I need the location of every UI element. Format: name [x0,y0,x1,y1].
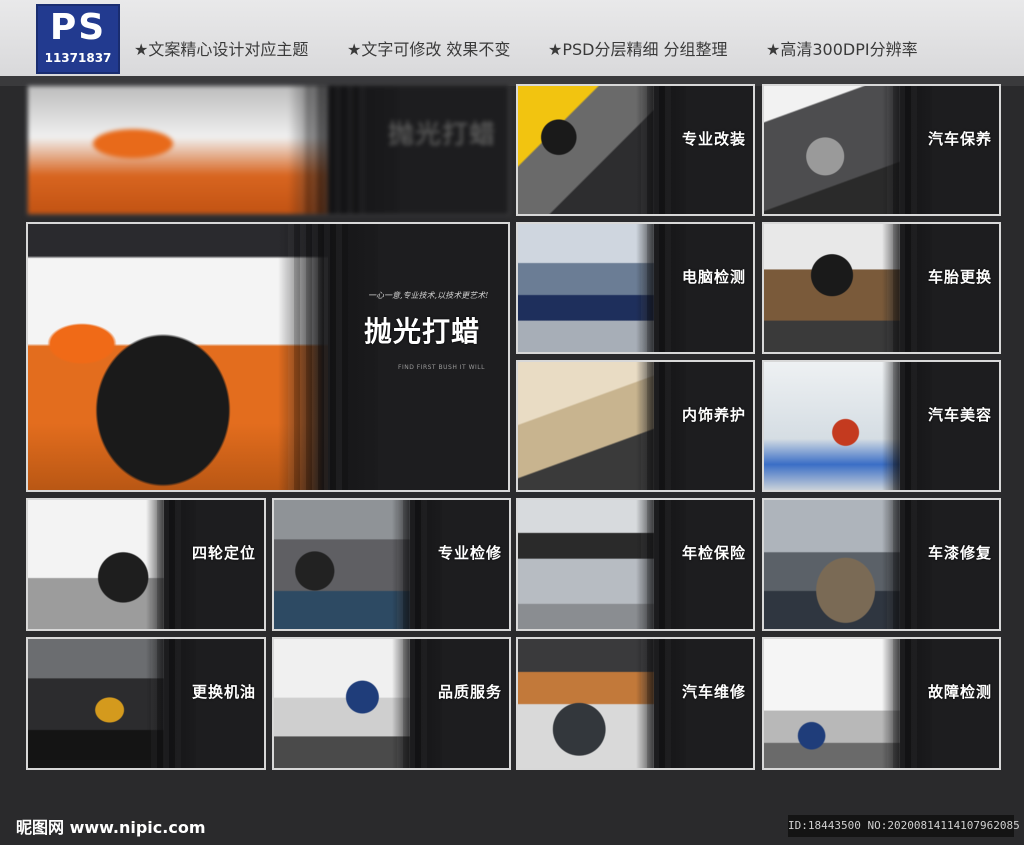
card-inspection: 专业检修 [272,498,511,631]
card-photo [518,500,654,629]
feature-4: ★高清300DPI分辨率 [766,40,918,59]
card-curtain [882,224,932,352]
card-title: 汽车维修 [682,683,747,701]
card-photo [518,362,654,490]
card-script-text: 一心一意,专业技术,以技术更艺术! [368,291,489,300]
card-title: 更换机油 [192,683,257,701]
card-photo [764,224,900,352]
card-curtain [636,362,686,490]
card-photo [28,86,328,214]
card-title: 年检保险 [682,544,747,562]
card-curtain [636,224,686,352]
card-subtitle: FIND FIRST BUSH IT WILL [398,364,485,371]
card-mod: 专业改装 [516,84,755,216]
card-photo [764,639,900,768]
card-curtain [882,362,932,490]
ps-logo-text: PS [49,7,107,48]
card-curtain [288,86,398,214]
card-alignment: 四轮定位 [26,498,266,631]
card-title: 车漆修复 [928,544,993,562]
card-title: 车胎更换 [928,268,993,286]
card-curtain [882,639,932,768]
card-photo [764,500,900,629]
card-title: 专业改装 [682,130,747,148]
card-beauty: 汽车美容 [762,360,1001,492]
card-title: 专业检修 [438,544,503,562]
feature-1: ★文案精心设计对应主题 [134,40,309,59]
card-title: 抛光打蜡 [364,315,481,348]
card-curtain [278,224,378,490]
card-curtain [392,639,442,768]
card-curtain [146,639,196,768]
feature-3: ★PSD分层精细 分组整理 [548,40,728,59]
card-photo [28,500,164,629]
card-curtain [636,639,686,768]
card-photo [518,86,654,214]
card-repair: 汽车维修 [516,637,755,770]
card-computer: 电脑检测 [516,222,755,354]
card-curtain [636,500,686,629]
card-diagnosis: 故障检测 [762,637,1001,770]
header-bar: PS 11371837 ★文案精心设计对应主题 ★文字可修改 效果不变 ★PSD… [0,0,1024,76]
ps-logo: PS 11371837 [36,4,120,74]
card-paint: 车漆修复 [762,498,1001,631]
card-photo [518,224,654,352]
card-photo [764,86,900,214]
card-main: 一心一意,专业技术,以技术更艺术! 抛光打蜡 FIND FIRST BUSH I… [26,222,510,492]
card-photo [518,639,654,768]
card-photo [274,500,410,629]
card-curtain [146,500,196,629]
card-annual: 年检保险 [516,498,755,631]
card-quality: 品质服务 [272,637,511,770]
image-id-label: ID:18443500 NO:20200814114107962085 [788,815,1020,837]
card-photo [764,362,900,490]
card-interior: 内饰养护 [516,360,755,492]
card-title: 抛光打蜡 [388,120,497,150]
card-oil: 更换机油 [26,637,266,770]
site-watermark-logo: 昵图网 www.nipic.com [16,818,206,837]
card-title: 四轮定位 [192,544,257,562]
card-curtain [882,86,932,214]
card-title: 汽车保养 [928,130,993,148]
card-title: 故障检测 [928,683,993,701]
card-title: 品质服务 [438,683,503,701]
card-blurred-banner: 抛光打蜡 [26,84,510,216]
card-maintain: 汽车保养 [762,84,1001,216]
card-title: 电脑检测 [682,268,747,286]
feature-2: ★文字可修改 效果不变 [347,40,511,59]
card-photo [28,639,164,768]
card-tire: 车胎更换 [762,222,1001,354]
card-curtain [636,86,686,214]
card-curtain [392,500,442,629]
ps-logo-number: 11371837 [44,51,112,65]
card-title: 汽车美容 [928,406,993,424]
card-photo [274,639,410,768]
card-curtain [882,500,932,629]
card-title: 内饰养护 [682,406,747,424]
